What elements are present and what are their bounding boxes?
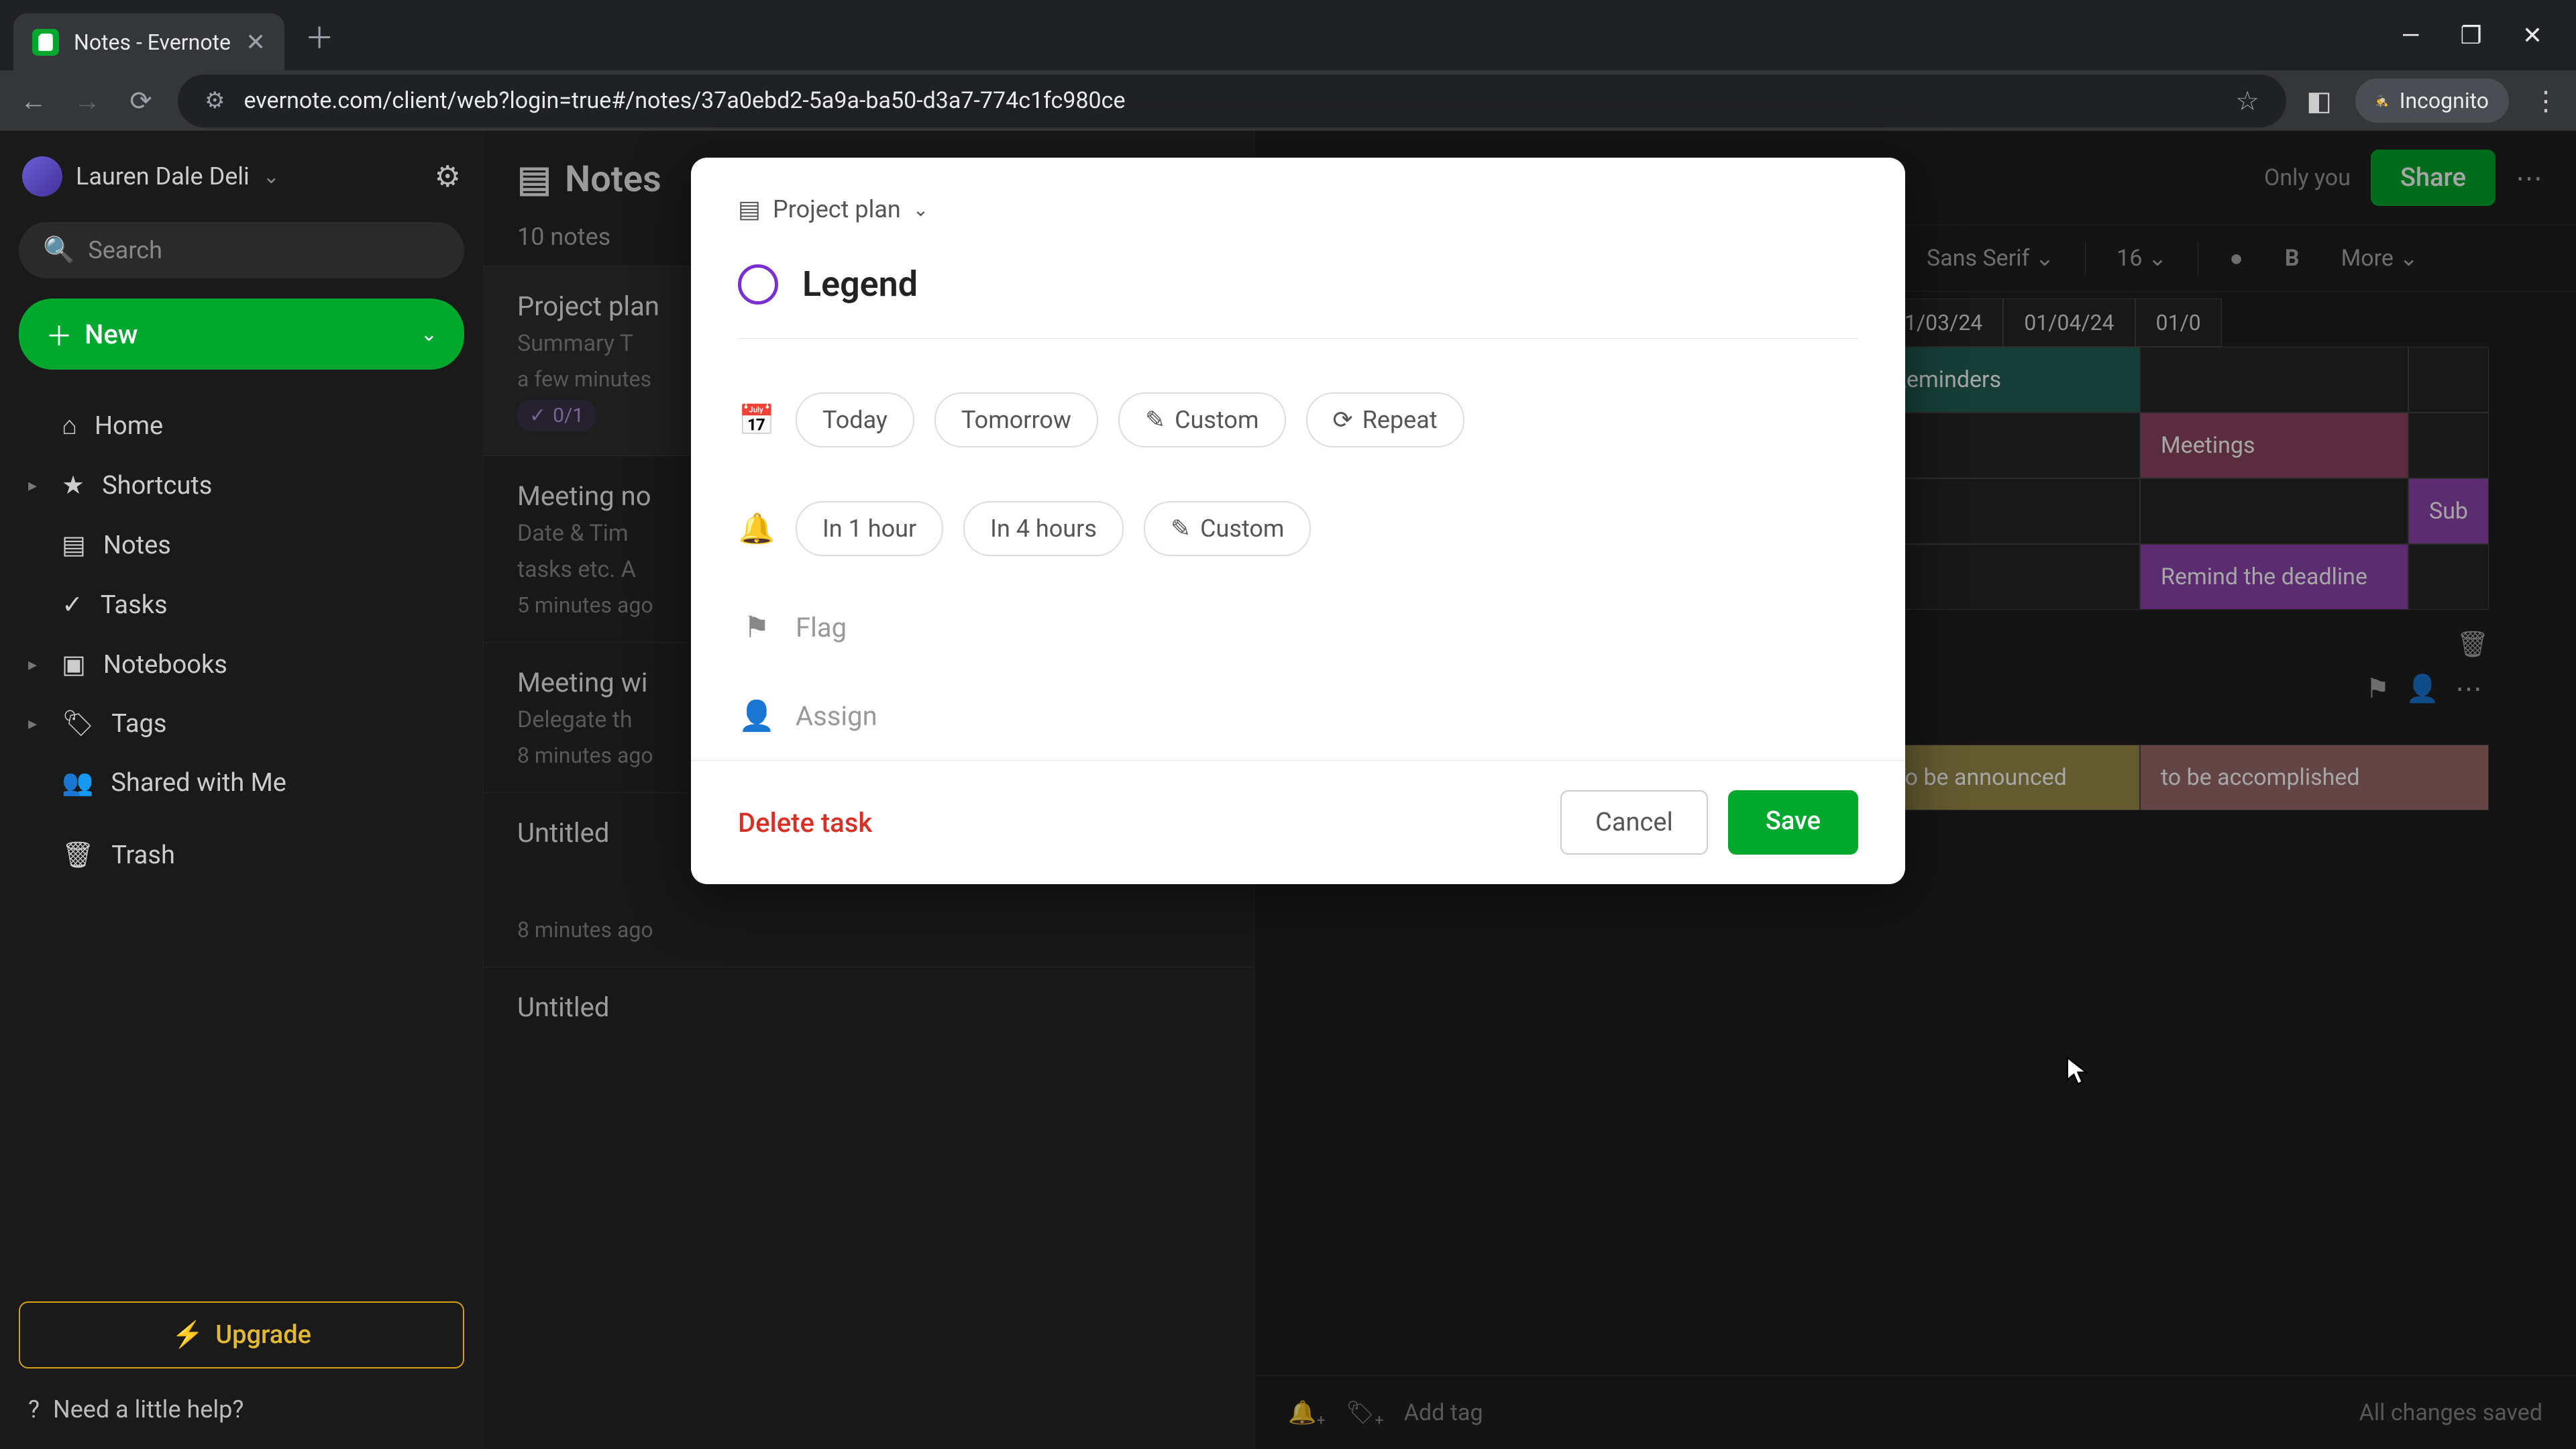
- tag-icon: 🏷: [62, 709, 94, 739]
- remind-1h-chip[interactable]: In 1 hour: [796, 501, 943, 556]
- due-tomorrow-chip[interactable]: Tomorrow: [934, 392, 1098, 447]
- evernote-icon: [32, 29, 59, 56]
- forward-icon: →: [70, 85, 104, 117]
- sidebar-item-shared[interactable]: 👥Shared with Me: [19, 756, 464, 810]
- sidebar-item-home[interactable]: ⌂Home: [19, 399, 464, 453]
- note-icon: ▤: [62, 530, 86, 560]
- bell-icon: 🔔: [738, 511, 775, 546]
- save-button[interactable]: Save: [1728, 790, 1858, 855]
- pencil-icon: ✎: [1145, 406, 1165, 434]
- delete-task-button[interactable]: Delete task: [738, 807, 872, 839]
- due-date-row: 📅 Today Tomorrow ✎Custom ⟳Repeat: [691, 366, 1905, 474]
- new-button[interactable]: ＋New ⌄: [19, 299, 464, 370]
- avatar: [22, 156, 62, 197]
- help-link[interactable]: ? Need a little help?: [19, 1389, 464, 1430]
- site-settings-icon[interactable]: ⚙: [205, 87, 225, 114]
- pencil-icon: ✎: [1171, 515, 1191, 543]
- incognito-icon: 🕵: [2375, 95, 2389, 107]
- sidepanel-icon[interactable]: ◧: [2306, 85, 2332, 117]
- reminder-row: 🔔 In 1 hour In 4 hours ✎Custom: [691, 474, 1905, 583]
- due-custom-chip[interactable]: ✎Custom: [1118, 392, 1286, 447]
- cancel-button[interactable]: Cancel: [1560, 790, 1708, 855]
- url-input[interactable]: ⚙ evernote.com/client/web?login=true#/no…: [178, 74, 2286, 127]
- reload-icon[interactable]: ⟳: [124, 85, 158, 117]
- close-window-icon[interactable]: ✕: [2522, 21, 2542, 50]
- maximize-icon[interactable]: ❐: [2461, 21, 2482, 50]
- account-switcher[interactable]: Lauren Dale Deli ⌄ ⚙: [19, 150, 464, 203]
- task-checkbox[interactable]: [738, 264, 778, 305]
- remind-4h-chip[interactable]: In 4 hours: [963, 501, 1124, 556]
- browser-tab[interactable]: Notes - Evernote ✕: [13, 13, 284, 70]
- trash-icon: 🗑: [62, 841, 94, 870]
- sidebar-item-notebooks[interactable]: ▸▣Notebooks: [19, 637, 464, 692]
- chevron-down-icon: ⌄: [263, 165, 280, 189]
- url-text: evernote.com/client/web?login=true#/note…: [244, 87, 1125, 114]
- chevron-right-icon[interactable]: ▸: [28, 655, 44, 675]
- task-modal: ▤ Project plan ⌄ Legend 📅 Today Tomorrow…: [691, 158, 1905, 884]
- share-icon: 👥: [62, 768, 93, 798]
- tab-close-icon[interactable]: ✕: [246, 28, 266, 56]
- calendar-icon: 📅: [738, 402, 775, 437]
- bookmark-star-icon[interactable]: ☆: [2235, 85, 2259, 117]
- new-tab-button[interactable]: ＋: [305, 14, 334, 57]
- note-link[interactable]: ▤ Project plan ⌄: [738, 195, 1858, 223]
- sidebar-item-trash[interactable]: 🗑Trash: [19, 828, 464, 882]
- sidebar-item-tasks[interactable]: ✓Tasks: [19, 578, 464, 632]
- notebook-icon: ▣: [62, 649, 86, 680]
- plus-icon: ＋: [46, 315, 72, 354]
- tab-title: Notes - Evernote: [74, 30, 231, 55]
- left-sidebar: Lauren Dale Deli ⌄ ⚙ 🔍 Search ＋New ⌄ ⌂Ho…: [0, 131, 483, 1449]
- flag-row[interactable]: ⚑ Flag: [691, 583, 1905, 672]
- due-repeat-chip[interactable]: ⟳Repeat: [1306, 392, 1464, 447]
- assign-row[interactable]: 👤 Assign: [691, 672, 1905, 760]
- check-circle-icon: ✓: [62, 590, 83, 620]
- bolt-icon: ⚡: [172, 1320, 203, 1350]
- note-icon: ▤: [738, 195, 761, 223]
- incognito-indicator[interactable]: 🕵 Incognito: [2355, 78, 2509, 123]
- help-icon: ?: [28, 1395, 40, 1424]
- chevron-right-icon[interactable]: ▸: [28, 476, 44, 496]
- settings-gear-icon[interactable]: ⚙: [435, 159, 461, 194]
- chevron-down-icon: ⌄: [913, 199, 928, 221]
- chevron-right-icon[interactable]: ▸: [28, 714, 44, 734]
- due-today-chip[interactable]: Today: [796, 392, 914, 447]
- task-title-input[interactable]: Legend: [802, 264, 918, 305]
- repeat-icon: ⟳: [1333, 406, 1353, 434]
- browser-titlebar: Notes - Evernote ✕ ＋ — ❐ ✕: [0, 0, 2576, 70]
- upgrade-button[interactable]: ⚡ Upgrade: [19, 1301, 464, 1368]
- flag-icon: ⚑: [738, 610, 775, 645]
- sidebar-item-notes[interactable]: ▤Notes: [19, 518, 464, 572]
- sidebar-item-tags[interactable]: ▸🏷Tags: [19, 697, 464, 751]
- sidebar-item-shortcuts[interactable]: ▸★Shortcuts: [19, 458, 464, 513]
- person-icon: 👤: [738, 698, 775, 733]
- search-icon: 🔍: [43, 235, 74, 265]
- minimize-icon[interactable]: —: [2401, 21, 2420, 50]
- star-icon: ★: [62, 470, 85, 500]
- back-icon[interactable]: ←: [17, 85, 50, 117]
- remind-custom-chip[interactable]: ✎Custom: [1144, 501, 1311, 556]
- browser-menu-icon[interactable]: ⋮: [2532, 85, 2559, 117]
- search-input[interactable]: 🔍 Search: [19, 222, 464, 278]
- address-bar: ← → ⟳ ⚙ evernote.com/client/web?login=tr…: [0, 70, 2576, 131]
- home-icon: ⌂: [62, 411, 77, 441]
- chevron-down-icon: ⌄: [421, 323, 437, 346]
